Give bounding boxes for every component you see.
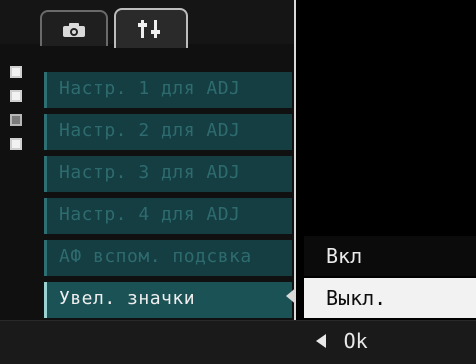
camera-icon (63, 23, 85, 37)
menu-item-label: Настр. 3 для ADJ (59, 162, 241, 183)
menu-item-adj-1[interactable]: Настр. 1 для ADJ (44, 72, 292, 108)
menu-item-label: Увел. значки (59, 288, 196, 309)
menu-item-adj-3[interactable]: Настр. 3 для ADJ (44, 156, 292, 192)
left-arrow-icon (316, 334, 326, 348)
tab-setup[interactable] (114, 8, 188, 48)
page-dot-3 (10, 114, 22, 126)
tab-shooting[interactable] (40, 10, 108, 46)
option-on[interactable]: Вкл (304, 236, 476, 276)
page-dot-4 (10, 138, 22, 150)
menu-item-enlarged-icons[interactable]: Увел. значки (44, 282, 292, 318)
settings-menu: Настр. 1 для ADJ Настр. 2 для ADJ Настр.… (44, 72, 296, 320)
menu-item-label: Настр. 1 для ADJ (59, 78, 241, 99)
ok-label: Ok (343, 329, 368, 353)
setup-icon (138, 20, 160, 38)
page-dot-1 (10, 66, 22, 78)
page-indicator (8, 66, 30, 176)
page-dot-2 (10, 90, 22, 102)
tab-bar (0, 0, 296, 48)
menu-item-adj-2[interactable]: Настр. 2 для ADJ (44, 114, 292, 150)
bottom-bar: Ok (0, 320, 476, 364)
option-label: Выкл. (326, 286, 387, 310)
menu-item-label: АФ вспом. подсвка (59, 246, 252, 267)
menu-item-af-assist[interactable]: АФ вспом. подсвка (44, 240, 292, 276)
camera-menu-screen: Настр. 1 для ADJ Настр. 2 для ADJ Настр.… (0, 0, 476, 364)
menu-item-adj-4[interactable]: Настр. 4 для ADJ (44, 198, 292, 234)
ok-hint[interactable]: Ok (316, 329, 368, 355)
menu-item-label: Настр. 2 для ADJ (59, 120, 241, 141)
menu-item-label: Настр. 4 для ADJ (59, 204, 241, 225)
option-label: Вкл (326, 244, 363, 268)
option-off[interactable]: Выкл. (304, 278, 476, 318)
options-panel: Вкл Выкл. (294, 0, 476, 320)
